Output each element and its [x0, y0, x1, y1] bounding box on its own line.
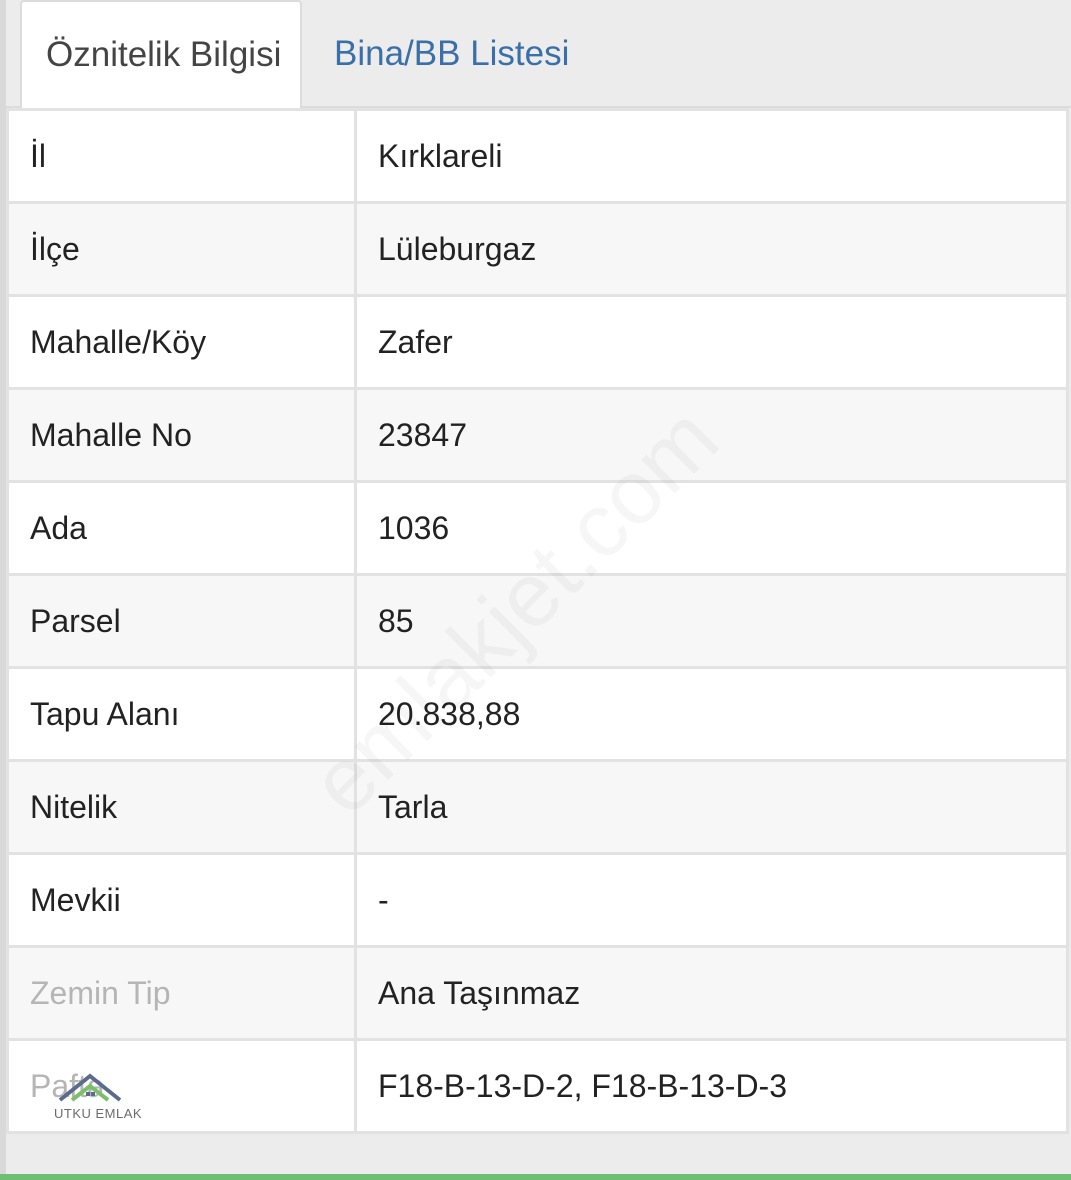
- row-key: Tapu Alanı: [6, 666, 357, 762]
- row-key: Ada: [6, 480, 357, 576]
- row-value: Lüleburgaz: [354, 201, 1069, 297]
- attribute-table: İl Kırklareli İlçe Lüleburgaz Mahalle/Kö…: [6, 108, 1069, 1134]
- table-row: Tapu Alanı 20.838,88: [6, 666, 1069, 762]
- table-row: Mahalle/Köy Zafer: [6, 294, 1069, 390]
- row-key: Mahalle No: [6, 387, 357, 483]
- row-value: F18-B-13-D-2, F18-B-13-D-3: [354, 1038, 1069, 1134]
- row-key: Mevkii: [6, 852, 357, 948]
- tab-building-list[interactable]: Bina/BB Listesi: [334, 0, 569, 108]
- row-value: Ana Taşınmaz: [354, 945, 1069, 1041]
- bottom-accent-bar: [0, 1174, 1071, 1180]
- row-key: Mahalle/Köy: [6, 294, 357, 390]
- row-value: -: [354, 852, 1069, 948]
- row-value: 20.838,88: [354, 666, 1069, 762]
- table-row: Mevkii -: [6, 852, 1069, 948]
- table-row: Ada 1036: [6, 480, 1069, 576]
- tab-attribute-info[interactable]: Öznitelik Bilgisi: [20, 0, 302, 110]
- row-key: Nitelik: [6, 759, 357, 855]
- row-value: Tarla: [354, 759, 1069, 855]
- table-row: Zemin Tip Ana Taşınmaz: [6, 945, 1069, 1041]
- table-row: İlçe Lüleburgaz: [6, 201, 1069, 297]
- table-row: İl Kırklareli: [6, 108, 1069, 204]
- table-row: Parsel 85: [6, 573, 1069, 669]
- row-key: İlçe: [6, 201, 357, 297]
- logo-text: UTKU EMLAK: [54, 1106, 143, 1121]
- row-key: Zemin Tip: [6, 945, 357, 1041]
- row-value: Kırklareli: [354, 108, 1069, 204]
- row-value: 23847: [354, 387, 1069, 483]
- row-value: 1036: [354, 480, 1069, 576]
- row-value: 85: [354, 573, 1069, 669]
- tab-bar: Öznitelik Bilgisi Bina/BB Listesi: [6, 0, 1071, 110]
- table-row: Pafta F18-B-13-D-2, F18-B-13-D-3: [6, 1038, 1069, 1134]
- table-row: Mahalle No 23847: [6, 387, 1069, 483]
- table-row: Nitelik Tarla: [6, 759, 1069, 855]
- row-key: İl: [6, 108, 357, 204]
- attribute-panel: Öznitelik Bilgisi Bina/BB Listesi İl Kır…: [0, 0, 1071, 1180]
- row-value: Zafer: [354, 294, 1069, 390]
- row-key: Parsel: [6, 573, 357, 669]
